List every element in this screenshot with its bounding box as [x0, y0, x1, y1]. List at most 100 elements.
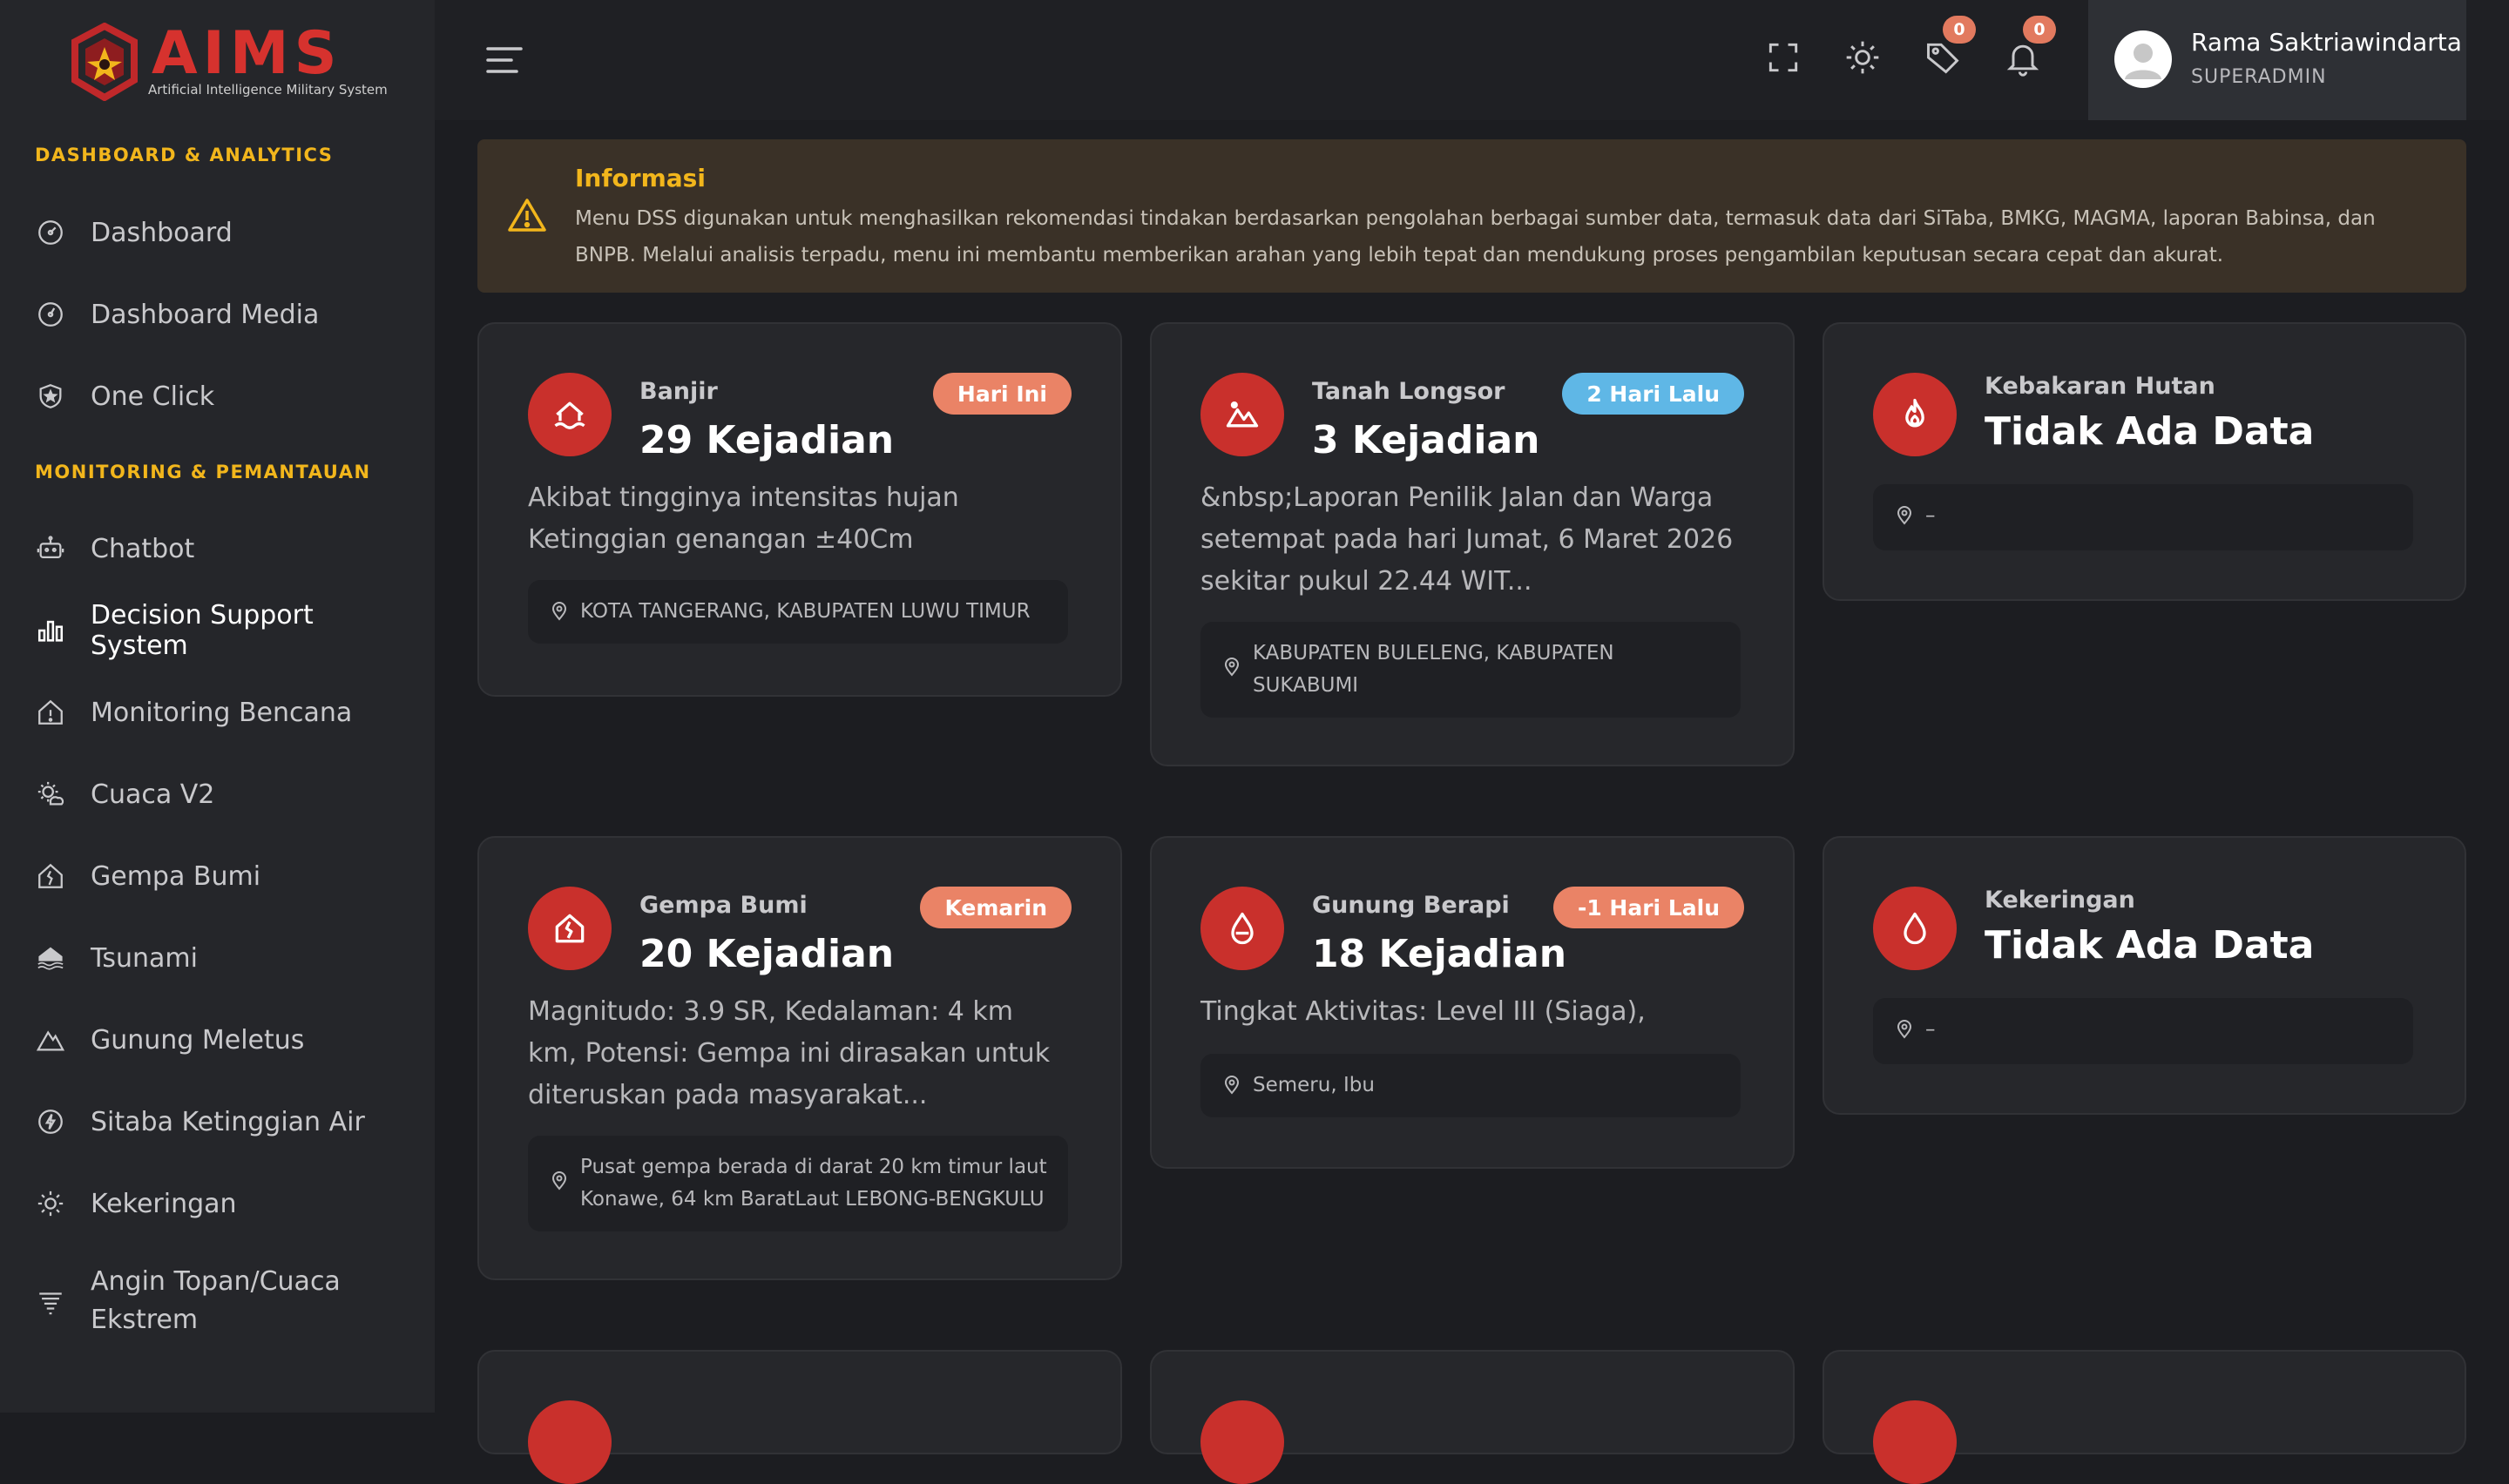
shield-star-icon [35, 381, 66, 412]
sidebar-item-label: Angin Topan/Cuaca Ekstrem [91, 1266, 341, 1335]
sidebar-item-kekeringan[interactable]: Kekeringan [35, 1169, 418, 1238]
sidebar-item-sitaba-ketinggian-air[interactable]: Sitaba Ketinggian Air [35, 1087, 418, 1157]
card-location: KABUPATEN BULELENG, KABUPATEN SUKABUMI [1200, 622, 1741, 718]
info-banner: Informasi Menu DSS digunakan untuk mengh… [477, 139, 2466, 293]
wind-icon [35, 1285, 66, 1317]
sidebar-item-label: Cuaca V2 [91, 779, 215, 810]
brand-name: AIMS [152, 19, 342, 88]
card-count: 3 Kejadian [1312, 418, 1540, 462]
info-text: Menu DSS digunakan untuk menghasilkan re… [575, 207, 2376, 266]
sun-icon [35, 1188, 66, 1219]
wave-house-icon [35, 942, 66, 974]
info-title: Informasi [575, 164, 706, 192]
sun-cloud-icon [35, 779, 66, 810]
notifications-count-badge: 0 [2023, 16, 2056, 44]
card-count: 18 Kejadian [1312, 932, 1567, 976]
hamburger-menu-icon[interactable] [485, 45, 524, 75]
avatar [2114, 30, 2172, 88]
mountain-icon [35, 1024, 66, 1056]
sidebar-item-label: Decision Support System [90, 600, 314, 661]
top-header: 0 0 Rama Saktriawindarta SUPERADMIN [435, 0, 2509, 120]
card-icon-partial [1873, 1400, 1957, 1484]
disaster-card-partial[interactable] [477, 1350, 1122, 1484]
disaster-card-kebakaran-hutan[interactable]: Kebakaran Hutan Tidak Ada Data – [1823, 322, 2466, 601]
user-icon [2125, 44, 2161, 79]
disaster-card-tanah-longsor[interactable]: Tanah Longsor 3 Kejadian 2 Hari Lalu &nb… [1150, 322, 1795, 766]
sidebar-item-chatbot[interactable]: Chatbot [35, 514, 418, 583]
sidebar-item-label: Monitoring Bencana [91, 697, 353, 728]
section-label-monitoring: MONITORING & PEMANTAUAN [35, 462, 371, 482]
disaster-card-banjir[interactable]: Banjir 29 Kejadian Hari Ini Akibat tingg… [477, 322, 1122, 697]
sidebar-item-label: Kekeringan [91, 1188, 237, 1219]
sidebar-item-dashboard[interactable]: Dashboard [35, 198, 418, 267]
disaster-card-gunung-berapi[interactable]: Gunung Berapi 18 Kejadian -1 Hari Lalu T… [1150, 836, 1795, 1169]
sun-icon [1846, 41, 1879, 74]
location-text: KABUPATEN BULELENG, KABUPATEN SUKABUMI [1253, 642, 1614, 697]
warning-icon [508, 199, 546, 232]
fullscreen-button[interactable] [1764, 38, 1802, 77]
location-pin-icon [551, 1171, 567, 1191]
user-name: Rama Saktriawindarta [2191, 28, 2462, 57]
sidebar-item-label: Dashboard Media [91, 299, 320, 330]
sidebar-item-gunung-meletus[interactable]: Gunung Meletus [35, 1005, 418, 1075]
card-location: KOTA TANGERANG, KABUPATEN LUWU TIMUR [528, 580, 1068, 644]
location-pin-icon [1224, 658, 1240, 677]
card-category: Gunung Berapi [1312, 892, 1510, 919]
user-profile[interactable]: Rama Saktriawindarta SUPERADMIN [2088, 0, 2466, 120]
location-pin-icon [1224, 1076, 1240, 1095]
time-badge: Kemarin [920, 887, 1072, 928]
card-description: Magnitudo: 3.9 SR, Kedalaman: 4 km km, P… [528, 996, 1051, 1110]
card-description: Tingkat Aktivitas: Level III (Siaga), [1200, 996, 1646, 1027]
theme-toggle-button[interactable] [1843, 38, 1882, 77]
robot-icon [35, 533, 66, 564]
card-location: – [1873, 484, 2413, 550]
sidebar: AIMS Artificial Intelligence Military Sy… [0, 0, 435, 1413]
user-role: SUPERADMIN [2191, 66, 2327, 88]
location-text: – [1925, 504, 1936, 527]
sidebar-item-angin-topan[interactable]: Angin Topan/Cuaca Ekstrem [35, 1263, 418, 1359]
volcano-icon [1200, 887, 1284, 970]
fullscreen-icon [1768, 43, 1798, 72]
location-pin-icon [1897, 506, 1912, 525]
tags-count-badge: 0 [1943, 16, 1976, 44]
card-icon-partial [1200, 1400, 1284, 1484]
disaster-card-partial[interactable] [1823, 1350, 2466, 1484]
sidebar-item-monitoring-bencana[interactable]: Monitoring Bencana [35, 678, 418, 747]
sidebar-item-label: Sitaba Ketinggian Air [91, 1106, 365, 1137]
landslide-icon [1200, 373, 1284, 456]
card-description: &nbsp;Laporan Penilik Jalan dan Warga se… [1200, 482, 1734, 597]
card-location: – [1873, 998, 2413, 1064]
flood-icon [528, 373, 612, 456]
card-count: 29 Kejadian [639, 418, 895, 462]
sidebar-item-cuaca-v2[interactable]: Cuaca V2 [35, 759, 418, 829]
time-badge: Hari Ini [932, 373, 1072, 415]
card-category: Tanah Longsor [1312, 378, 1505, 405]
sidebar-item-dashboard-media[interactable]: Dashboard Media [35, 280, 418, 349]
bell-icon [2006, 44, 2039, 77]
sidebar-item-decision-support-system[interactable]: Decision Support System [35, 596, 418, 665]
sidebar-item-label: Gunung Meletus [91, 1024, 305, 1056]
disaster-card-partial[interactable] [1150, 1350, 1795, 1484]
sidebar-item-tsunami[interactable]: Tsunami [35, 923, 418, 993]
brand-tagline: Artificial Intelligence Military System [148, 82, 388, 98]
bar-chart-icon [35, 615, 66, 646]
card-category: Kebakaran Hutan [1985, 373, 2215, 400]
tags-button[interactable] [1924, 38, 1962, 77]
card-category: Gempa Bumi [639, 892, 808, 919]
sidebar-item-one-click[interactable]: One Click [35, 361, 418, 431]
section-label-dashboard: DASHBOARD & ANALYTICS [35, 145, 334, 165]
location-text: – [1925, 1018, 1936, 1041]
sidebar-item-gempa-bumi[interactable]: Gempa Bumi [35, 841, 418, 911]
sidebar-item-label: Dashboard [91, 217, 233, 248]
time-badge: -1 Hari Lalu [1552, 887, 1744, 928]
tag-icon [1927, 43, 1959, 74]
aims-logo[interactable]: AIMS Artificial Intelligence Military Sy… [68, 19, 388, 103]
location-pin-icon [1897, 1020, 1912, 1039]
sidebar-item-label: Chatbot [91, 533, 195, 564]
drop-icon [1873, 887, 1957, 970]
notifications-button[interactable] [2004, 38, 2042, 77]
card-description: Akibat tingginya intensitas hujan Keting… [528, 482, 959, 555]
disaster-card-kekeringan[interactable]: Kekeringan Tidak Ada Data – [1823, 836, 2466, 1115]
disaster-card-gempa-bumi[interactable]: Gempa Bumi 20 Kejadian Kemarin Magnitudo… [477, 836, 1122, 1280]
fire-icon [1873, 373, 1957, 456]
